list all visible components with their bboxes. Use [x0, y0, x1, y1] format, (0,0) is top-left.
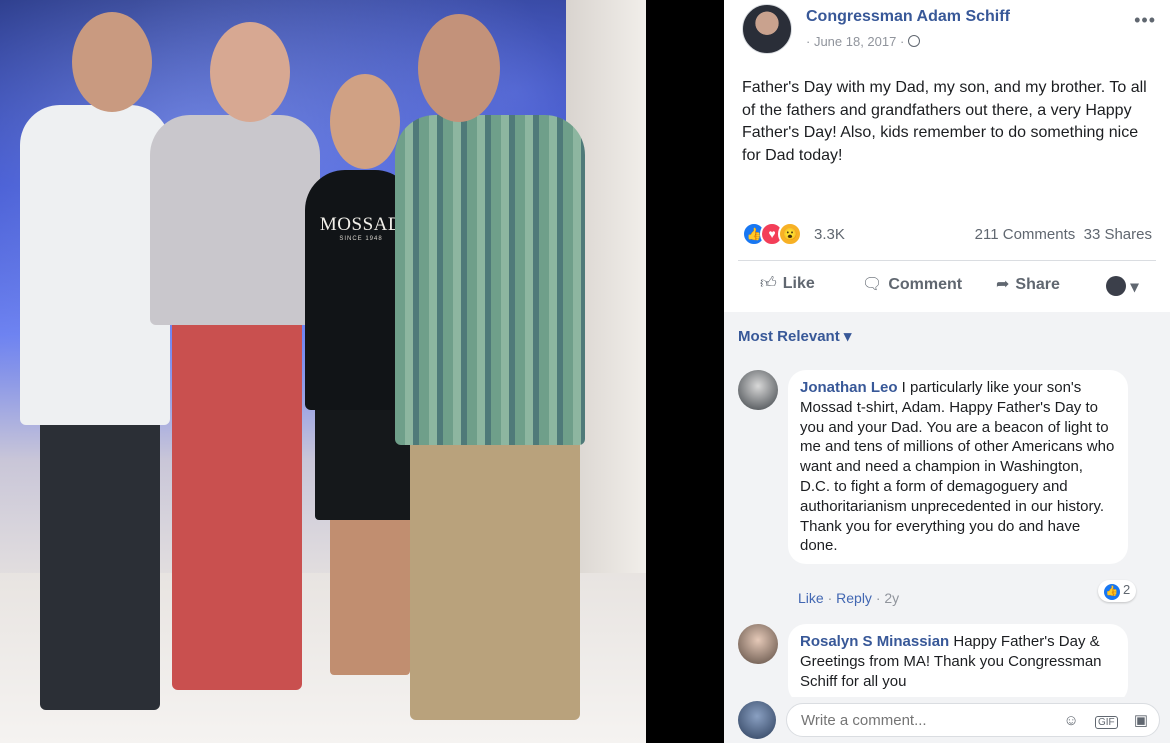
post-photo[interactable]: MOSSAD SINCE 1948 [0, 0, 646, 743]
commenter-avatar[interactable] [738, 624, 778, 664]
like-reaction-icon: 👍 [1104, 584, 1120, 600]
person-4-legs [410, 420, 580, 720]
comment-text: I particularly like your son's Mossad t-… [800, 379, 1115, 555]
facebook-post-panel: Congressman Adam Schiff · June 18, 2017 … [724, 0, 1170, 743]
comment-composer: ☺ GIF ▣ [724, 697, 1170, 743]
person-2-legs [172, 310, 302, 690]
comments-count[interactable]: 211 Comments [975, 226, 1076, 243]
engagement-counts: 211 Comments 33 Shares [975, 226, 1152, 243]
reactions-bar: 👍 ♥ 😮 3.3K 211 Comments 33 Shares [742, 222, 1152, 248]
comment-icon: 🗨︎ [862, 276, 883, 293]
comment-button[interactable]: 🗨︎ Comment [862, 274, 962, 294]
person-1 [20, 105, 170, 425]
commenter-name[interactable]: Rosalyn S Minassian [800, 633, 949, 650]
comment-reaction-count: 2 [1123, 582, 1131, 597]
viewer-avatar [1106, 276, 1126, 296]
person-4-head [418, 14, 500, 122]
chevron-down-icon: ▾ [1130, 279, 1139, 296]
share-label: Share [1015, 276, 1060, 293]
comment-age[interactable]: 2y [884, 590, 899, 606]
comment-actions: Like · Reply · 2y [798, 590, 900, 606]
reaction-count[interactable]: 3.3K [814, 226, 845, 243]
comment-like-link[interactable]: Like [798, 590, 824, 606]
post-meta: · June 18, 2017 · [806, 34, 921, 49]
commenter-avatar[interactable] [738, 370, 778, 410]
shirt-text: MOSSAD [319, 214, 403, 235]
sticker-icon[interactable]: ▣ [1134, 712, 1148, 729]
share-button[interactable]: ➦ Share [996, 274, 1060, 294]
gif-icon[interactable]: GIF [1094, 716, 1118, 729]
viewer-avatar [738, 701, 776, 739]
like-button[interactable]: 👍︎ Like [760, 274, 815, 293]
globe-icon [908, 35, 921, 47]
person-2 [150, 115, 320, 325]
post-date[interactable]: · June 18, 2017 · [806, 34, 904, 49]
comment-sort-dropdown[interactable]: Most Relevant ▾ [738, 327, 851, 345]
person-3-shins [330, 515, 410, 675]
share-icon: ➦ [996, 276, 1010, 293]
comment-bubble: Jonathan Leo I particularly like your so… [788, 370, 1128, 565]
emoji-icon[interactable]: ☺ [1063, 712, 1078, 729]
person-2-head [210, 22, 290, 122]
post-actions: 👍︎ Like 🗨︎ Comment ➦ Share ▾ [738, 266, 1156, 306]
divider [738, 260, 1156, 261]
like-label: Like [782, 275, 815, 292]
gutter [646, 0, 724, 743]
more-icon[interactable]: ••• [1134, 10, 1156, 31]
person-1-head [72, 12, 152, 112]
comment-reactions[interactable]: 👍 2 [1098, 580, 1137, 602]
comment-label: Comment [888, 276, 963, 293]
shares-count[interactable]: 33 Shares [1084, 226, 1152, 243]
like-icon: 👍︎ [760, 275, 777, 292]
wow-reaction-icon: 😮 [778, 222, 802, 246]
person-4 [395, 115, 585, 445]
person-3-head [330, 74, 400, 169]
audience-selector[interactable]: ▾ [1106, 276, 1138, 297]
post-text: Father's Day with my Dad, my son, and my… [742, 79, 1147, 164]
comment-reply-link[interactable]: Reply [836, 590, 872, 606]
commenter-name[interactable]: Jonathan Leo [800, 379, 898, 396]
author-avatar[interactable] [742, 4, 792, 54]
composer-icons: ☺ GIF ▣ [1051, 711, 1148, 729]
author-name[interactable]: Congressman Adam Schiff [806, 8, 1010, 26]
comment-bubble: Rosalyn S Minassian Happy Father's Day &… [788, 624, 1128, 704]
shirt-subtext: SINCE 1948 [339, 236, 383, 242]
post-header: Congressman Adam Schiff · June 18, 2017 … [742, 4, 1162, 56]
